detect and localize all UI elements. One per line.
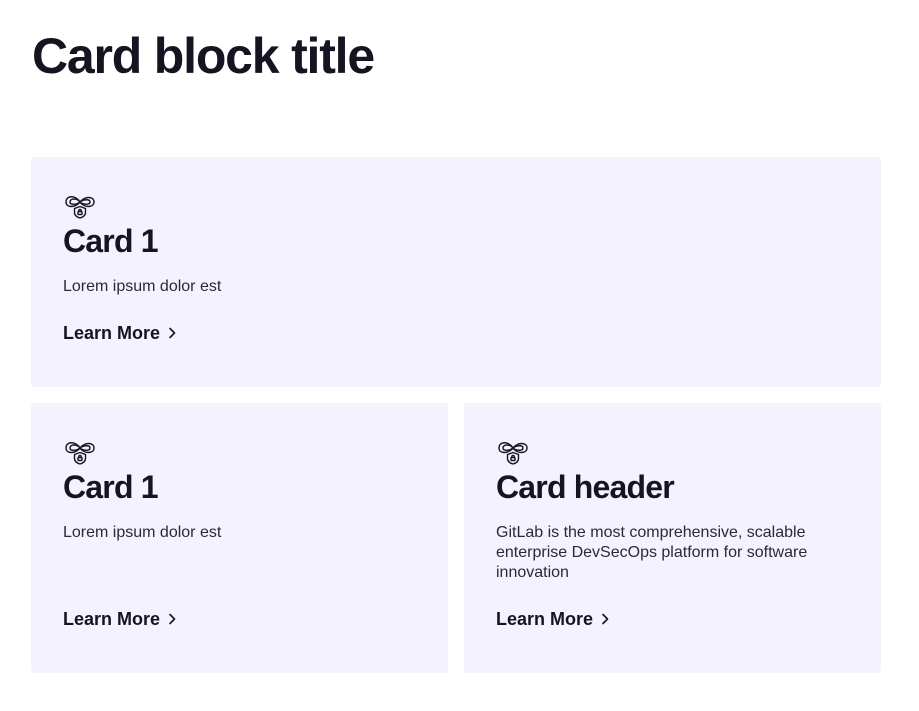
infinity-lock-icon (63, 191, 97, 219)
learn-more-link[interactable]: Learn More (63, 321, 178, 345)
learn-more-label: Learn More (63, 609, 161, 629)
chevron-right-icon (166, 612, 178, 626)
learn-more-label: Learn More (63, 323, 161, 343)
card-description: Lorem ipsum dolor est (63, 278, 222, 295)
page-title: Card block title (32, 28, 375, 84)
card-title: Card 1 (63, 469, 159, 505)
learn-more-link[interactable]: Learn More (63, 607, 178, 631)
card-description: Lorem ipsum dolor est (63, 524, 222, 541)
card-left: Card 1 Lorem ipsum dolor est Learn More (31, 403, 448, 673)
card-description: GitLab is the most comprehensive, scalab… (496, 524, 808, 581)
card-right: Card header GitLab is the most comprehen… (464, 403, 881, 673)
learn-more-label: Learn More (496, 609, 594, 629)
card-title: Card 1 (63, 223, 159, 259)
card-title: Card header (496, 469, 675, 505)
chevron-right-icon (599, 612, 611, 626)
chevron-right-icon (166, 326, 178, 340)
learn-more-link[interactable]: Learn More (496, 607, 611, 631)
infinity-lock-icon (63, 437, 97, 465)
card-wide: Card 1 Lorem ipsum dolor est Learn More (31, 157, 881, 387)
infinity-lock-icon (496, 437, 530, 465)
